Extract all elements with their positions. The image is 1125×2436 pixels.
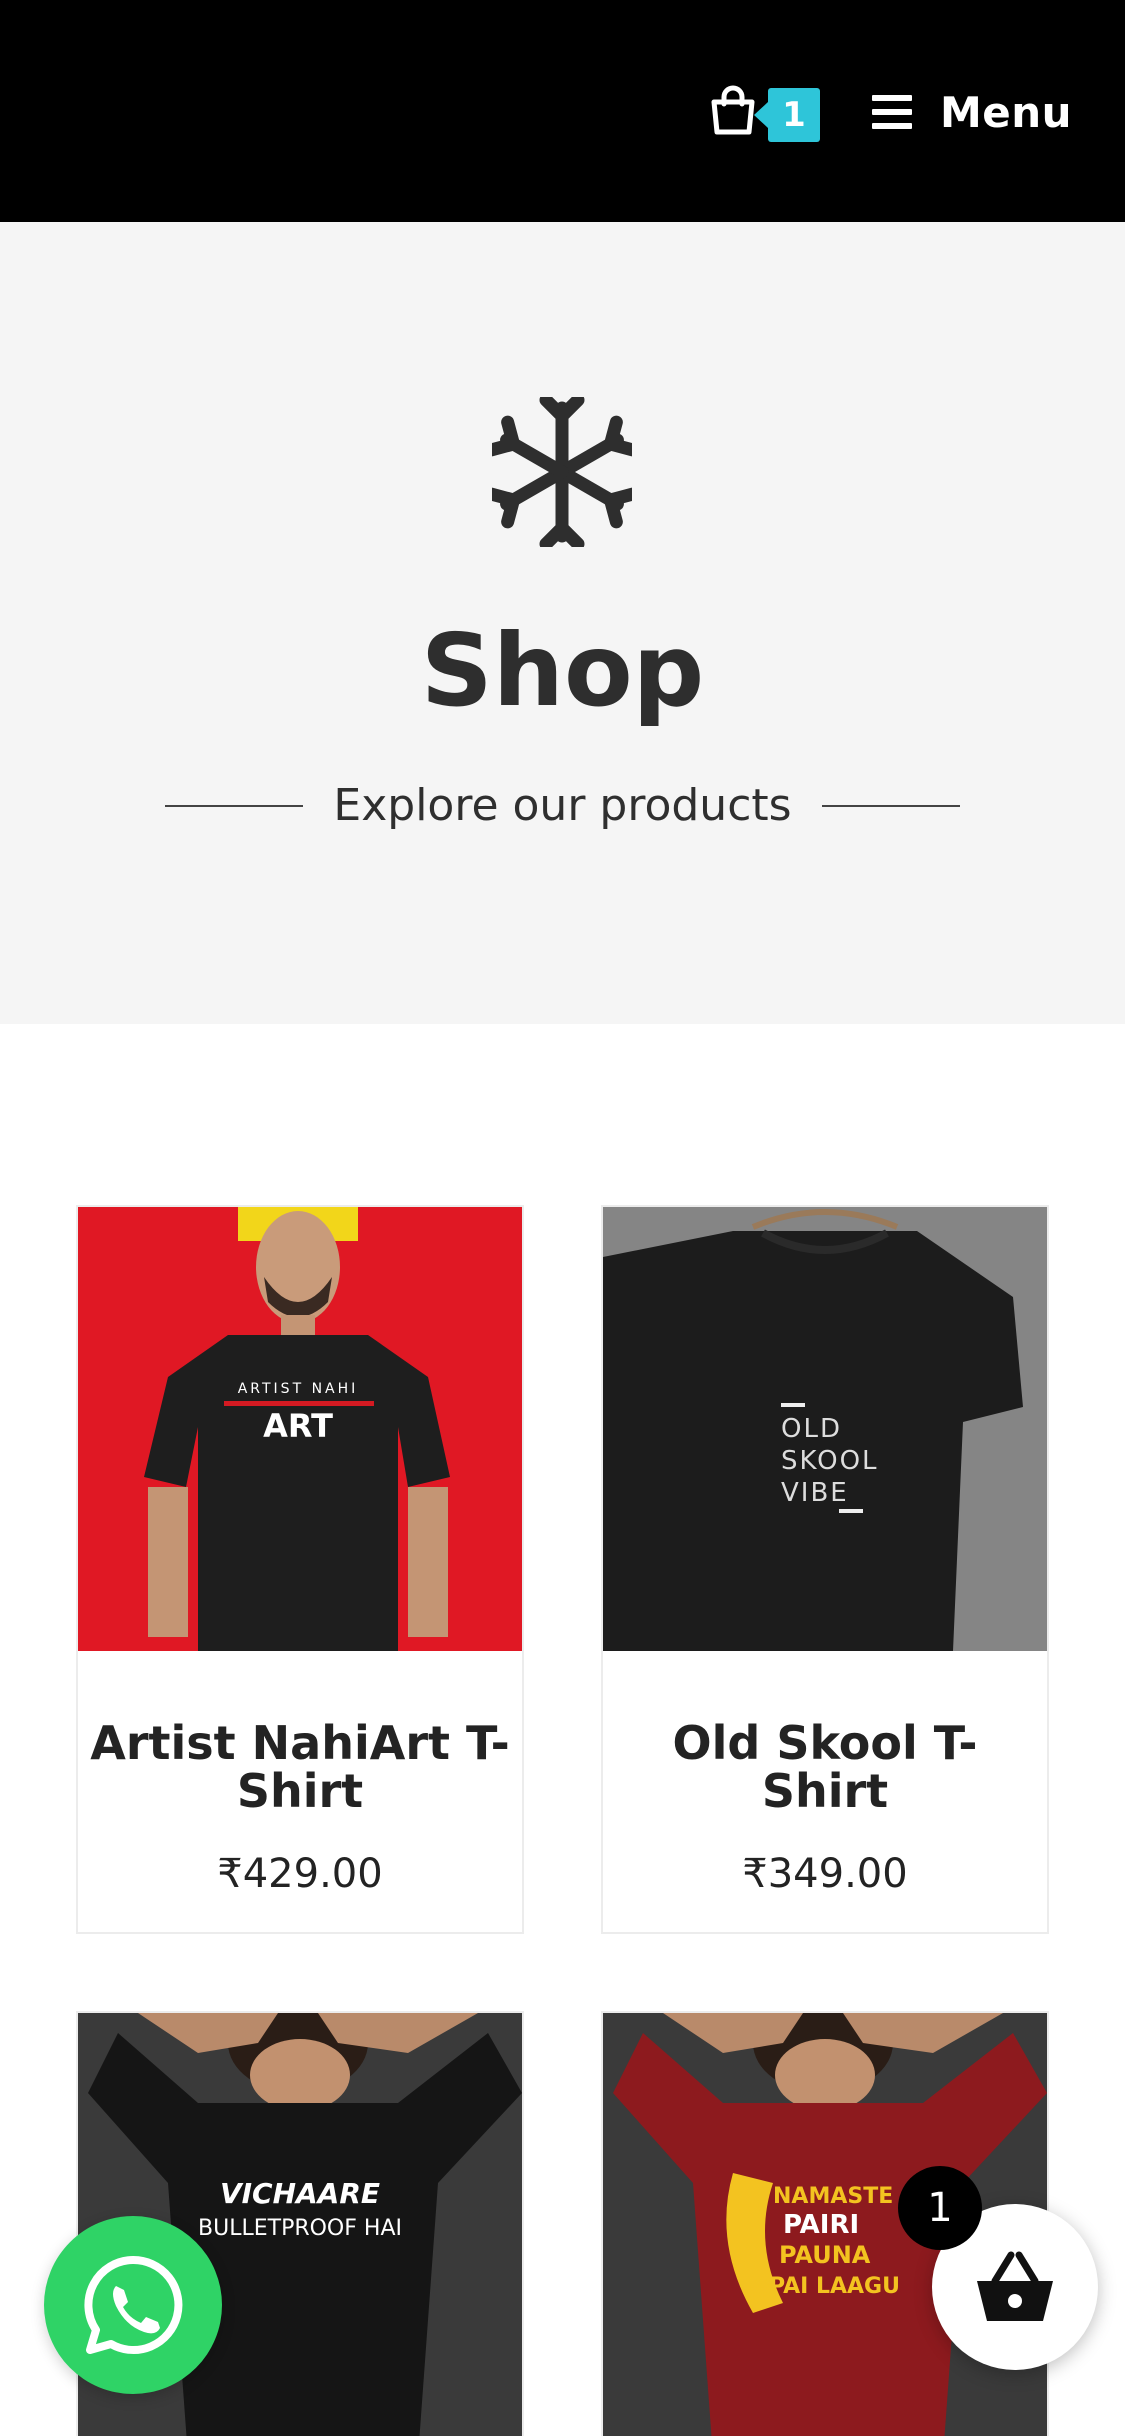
- product-price: ₹429.00: [217, 1851, 383, 1897]
- page-title: Shop: [420, 612, 705, 729]
- cart-button[interactable]: 1: [700, 80, 820, 144]
- basket-icon: [977, 2251, 1053, 2321]
- product-image[interactable]: OLD SKOOL VIBE: [603, 1207, 1047, 1651]
- snowflake-icon: [492, 397, 632, 547]
- cart-count-badge: 1: [754, 88, 820, 142]
- product-card[interactable]: OLD SKOOL VIBE Old Skool T-Shirt ₹349.00: [601, 1205, 1049, 1934]
- shirt-print-text: VIBE: [781, 1478, 849, 1508]
- mini-cart-count-badge: 1: [898, 2166, 982, 2250]
- page-subtitle: Explore our products: [333, 780, 792, 831]
- site-header: 1 Menu: [0, 0, 1125, 222]
- divider-right: [821, 804, 960, 807]
- whatsapp-icon: [84, 2255, 183, 2354]
- product-card[interactable]: ARTIST NAHI ART Artist NahiArt T- Shirt …: [76, 1205, 524, 1934]
- shirt-print-text: PAIRI: [783, 2210, 859, 2240]
- whatsapp-button[interactable]: [44, 2216, 222, 2394]
- menu-label: Menu: [940, 87, 1073, 137]
- divider-left: [165, 804, 304, 807]
- shirt-print-text: SKOOL: [781, 1446, 879, 1476]
- shirt-print-text: PAUNA: [779, 2241, 871, 2269]
- shirt-print-text: NAMASTE: [773, 2184, 893, 2209]
- shopping-bag-icon: [711, 85, 755, 135]
- product-name[interactable]: Artist NahiArt T- Shirt: [78, 1719, 522, 1815]
- product-image[interactable]: ARTIST NAHI ART: [78, 1207, 522, 1651]
- shirt-print-text: OLD: [781, 1414, 842, 1444]
- shop-hero: Shop Explore our products: [0, 222, 1125, 1024]
- shirt-print-text: ART: [263, 1407, 333, 1445]
- product-name[interactable]: Old Skool T-Shirt: [603, 1719, 1047, 1815]
- shirt-print-text: VICHAARE: [220, 2177, 380, 2210]
- hamburger-icon: [872, 95, 912, 129]
- subtitle-row: Explore our products: [0, 780, 1125, 831]
- shirt-print-text: PAI LAAGU: [769, 2274, 900, 2299]
- menu-button[interactable]: Menu: [872, 84, 1072, 140]
- shirt-print-text: ARTIST NAHI: [238, 1381, 359, 1397]
- shirt-print-text: BULLETPROOF HAI: [198, 2216, 402, 2241]
- product-price: ₹349.00: [742, 1851, 908, 1897]
